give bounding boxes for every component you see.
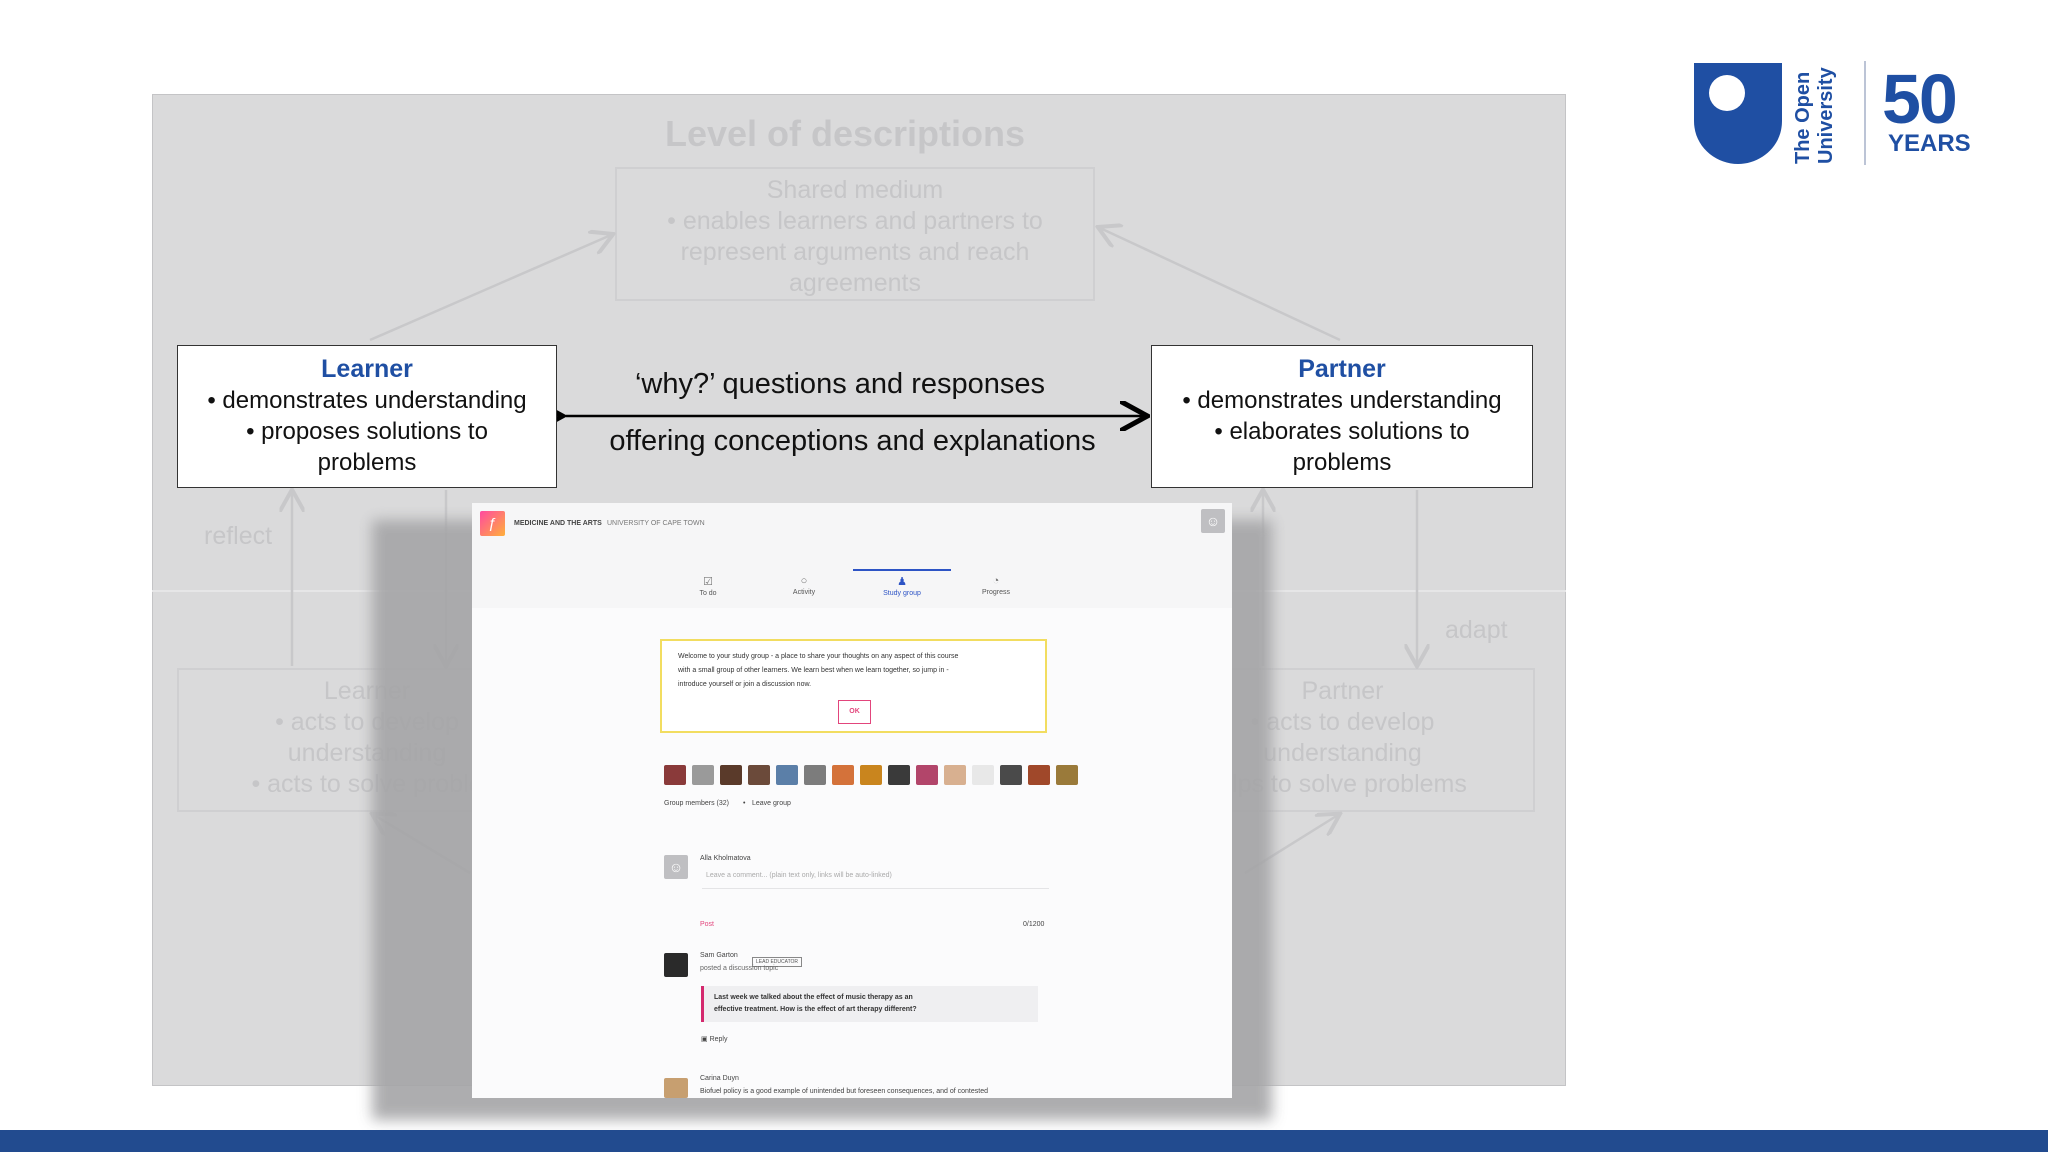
- study-group-screenshot: ƒ MEDICINE AND THE ARTS UNIVERSITY OF CA…: [472, 503, 1232, 1098]
- reply-author[interactable]: Carina Duyn: [700, 1075, 739, 1082]
- member-avatar[interactable]: [944, 765, 966, 785]
- learner-box: Learner • demonstrates understanding • p…: [177, 345, 557, 488]
- arrow-learner-shared: [369, 235, 611, 342]
- comment-input[interactable]: Leave a comment... (plain text only, lin…: [702, 866, 1049, 889]
- reply-author-avatar[interactable]: [664, 1078, 688, 1098]
- post-subtitle: posted a discussion topic: [700, 965, 779, 972]
- why-questions-label: ‘why?’ questions and responses: [634, 368, 1045, 400]
- tab-activity[interactable]: ○ Activity: [774, 575, 834, 596]
- arrow-partner-shared: [1100, 228, 1341, 342]
- activity-icon: ○: [800, 575, 808, 587]
- discussion-quote: Last week we talked about the effect of …: [701, 986, 1038, 1022]
- progress-icon: ◔: [992, 575, 1000, 587]
- member-avatar[interactable]: [804, 765, 826, 785]
- ok-button[interactable]: OK: [838, 700, 871, 724]
- member-avatar[interactable]: [748, 765, 770, 785]
- reply-label: Reply: [709, 1036, 728, 1043]
- welcome-line: introduce yourself or join a discussion …: [678, 681, 812, 688]
- tab-label: To do: [699, 590, 717, 597]
- open-university-shield-icon: [1694, 63, 1782, 164]
- course-logo-icon: ƒ: [480, 511, 505, 536]
- learner-line: • proposes solutions to: [246, 418, 488, 445]
- tab-label: Study group: [883, 590, 921, 597]
- welcome-line: with a small group of other learners. We…: [678, 667, 949, 674]
- welcome-text: Welcome to your study group - a place to…: [678, 650, 1038, 692]
- member-avatar[interactable]: [888, 765, 910, 785]
- post-author[interactable]: Sam Garton: [700, 952, 738, 959]
- partner-line: • demonstrates understanding: [1182, 387, 1502, 414]
- partner-line: problems: [1292, 449, 1392, 476]
- member-avatar[interactable]: [720, 765, 742, 785]
- conceptions-label: offering conceptions and explanations: [609, 425, 1096, 457]
- group-icon: ♟: [897, 576, 907, 588]
- member-avatar[interactable]: [1000, 765, 1022, 785]
- partner-line: • elaborates solutions to: [1214, 418, 1470, 445]
- leave-group-link[interactable]: Leave group: [752, 800, 791, 807]
- welcome-panel: Welcome to your study group - a place to…: [660, 639, 1047, 733]
- welcome-line: Welcome to your study group - a place to…: [678, 653, 959, 660]
- tab-label: Activity: [792, 589, 816, 596]
- footer-bar: [0, 1130, 2048, 1152]
- tab-label: Progress: [981, 589, 1010, 596]
- member-avatar[interactable]: [832, 765, 854, 785]
- member-avatar[interactable]: [1056, 765, 1078, 785]
- post-author-avatar[interactable]: [664, 953, 688, 977]
- logo-line2: University: [1815, 66, 1837, 164]
- member-avatar[interactable]: [692, 765, 714, 785]
- member-avatar[interactable]: [972, 765, 994, 785]
- char-count: 0/1200: [1023, 921, 1045, 928]
- learner-title: Learner: [321, 355, 413, 383]
- tab-study-group[interactable]: ♟ Study group: [872, 575, 932, 597]
- group-members-link[interactable]: Group members (32): [664, 800, 729, 807]
- partner-title: Partner: [1298, 355, 1386, 383]
- quote-line: effective treatment. How is the effect o…: [714, 1006, 917, 1013]
- reply-icon: ▣: [701, 1036, 708, 1043]
- member-avatar[interactable]: [1028, 765, 1050, 785]
- reply-button[interactable]: ▣ Reply: [701, 1035, 727, 1043]
- quote-line: Last week we talked about the effect of …: [714, 994, 913, 1001]
- profile-icon[interactable]: ☺: [1201, 509, 1225, 533]
- logo-divider: [1864, 61, 1866, 165]
- logo-fifty: 50: [1882, 60, 1958, 138]
- screenshot-header: [472, 503, 1232, 608]
- member-avatar[interactable]: [664, 765, 686, 785]
- member-avatar[interactable]: [916, 765, 938, 785]
- checklist-icon: ☑: [703, 576, 713, 588]
- tab-progress[interactable]: ◔ Progress: [966, 575, 1026, 596]
- member-avatar[interactable]: [860, 765, 882, 785]
- post-button[interactable]: Post: [700, 921, 714, 928]
- course-title: MEDICINE AND THE ARTS: [514, 520, 602, 527]
- logo-years: YEARS: [1888, 130, 1971, 157]
- learner-line: • demonstrates understanding: [207, 387, 527, 414]
- partner-box: Partner • demonstrates understanding • e…: [1151, 345, 1533, 488]
- commenter-name: Alla Kholmatova: [700, 855, 751, 862]
- tab-to-do[interactable]: ☑ To do: [678, 575, 738, 597]
- learner-line: problems: [317, 449, 417, 476]
- member-avatar[interactable]: [776, 765, 798, 785]
- separator-dot: •: [743, 800, 746, 807]
- reply-text: Biofuel policy is a good example of unin…: [700, 1088, 988, 1095]
- logo-line1: The Open: [1792, 72, 1814, 164]
- active-tab-indicator: [853, 569, 951, 571]
- institution-name: UNIVERSITY OF CAPE TOWN: [607, 520, 705, 527]
- open-university-wordmark: The Open University: [1792, 66, 1837, 164]
- user-avatar-icon: ☺: [664, 855, 688, 879]
